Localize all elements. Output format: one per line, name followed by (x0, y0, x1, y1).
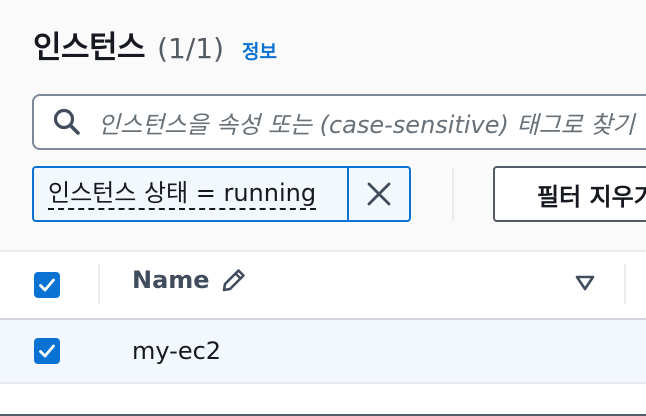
instance-name-cell: my-ec2 (132, 337, 222, 365)
instance-count: (1/1) (157, 32, 225, 65)
pencil-icon (222, 269, 245, 292)
row-checkbox[interactable] (34, 338, 60, 364)
table-bottom-area (0, 384, 646, 416)
page-title: 인스턴스 (33, 30, 146, 66)
filter-token-label[interactable]: 인스턴스 상태 = running (48, 178, 317, 210)
column-header-name-label: Name (132, 266, 210, 294)
close-icon (367, 182, 391, 206)
table-header (0, 252, 646, 318)
column-header-name[interactable]: Name (132, 266, 248, 294)
page-header: 인스턴스 (1/1) 정보 (33, 22, 277, 67)
search-placeholder: 인스턴스을 속성 또는 (case-sensitive) 태그로 찾기 (98, 110, 635, 139)
column-divider[interactable] (624, 264, 626, 304)
instances-page: 인스턴스 (1/1) 정보 인스턴스을 속성 또는 (case-sensitiv… (0, 0, 646, 416)
filter-token[interactable]: 인스턴스 상태 = running (32, 166, 411, 222)
table-row[interactable] (0, 320, 646, 382)
check-icon (39, 344, 55, 358)
remove-filter-button[interactable] (347, 168, 409, 220)
clear-filters-button[interactable]: 필터 지우기 (493, 166, 646, 222)
column-divider[interactable] (98, 264, 100, 304)
search-icon (53, 108, 80, 135)
toolbar-divider (452, 167, 454, 221)
info-link[interactable]: 정보 (242, 37, 277, 64)
filter-token-label-wrap[interactable]: 인스턴스 상태 = running (34, 168, 330, 220)
select-all-checkbox[interactable] (34, 272, 60, 298)
check-icon (39, 278, 55, 292)
sort-down-icon[interactable] (574, 272, 596, 294)
search-input[interactable]: 인스턴스을 속성 또는 (case-sensitive) 태그로 찾기 (32, 94, 646, 150)
